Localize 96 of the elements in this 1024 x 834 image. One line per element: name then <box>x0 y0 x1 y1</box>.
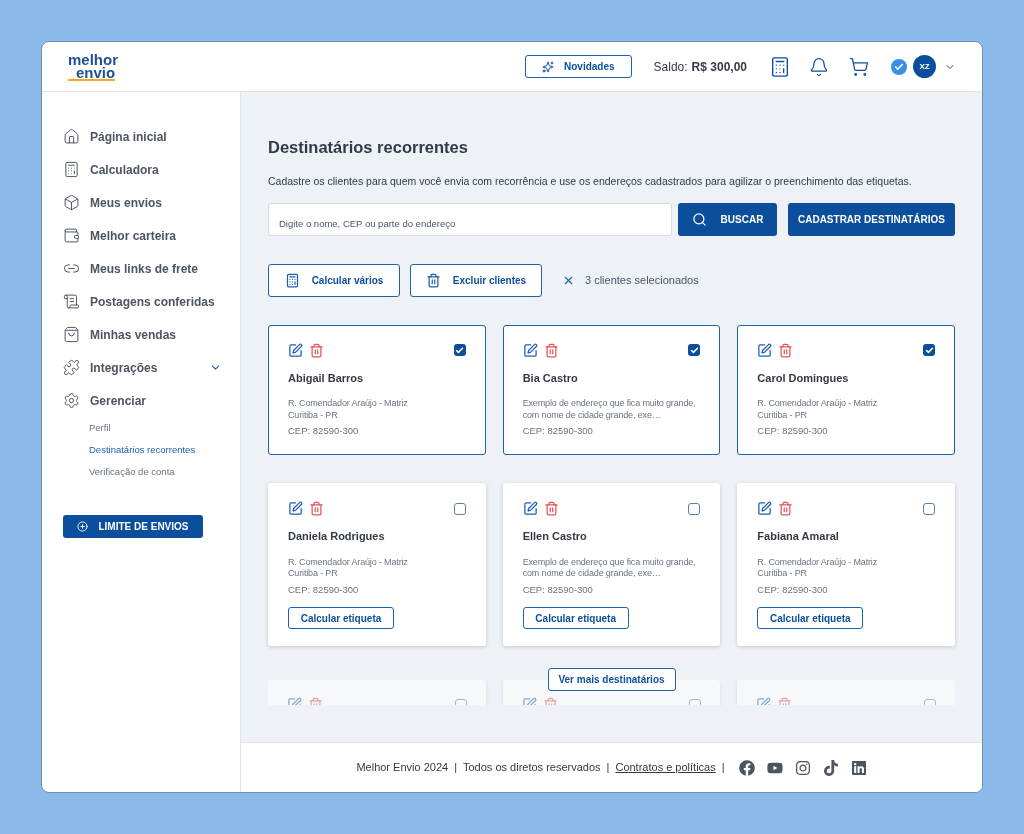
cep-text: CEP: 82590-300 <box>522 582 594 597</box>
avatar[interactable]: XZ <box>913 55 936 78</box>
recipient-name: Daniela Rodrigues <box>288 529 386 545</box>
checkbox[interactable] <box>688 344 701 356</box>
instagram-icon[interactable] <box>794 759 811 776</box>
search-field[interactable]: Digite o nome, CEP ou parte do endereço <box>268 202 672 236</box>
city-text: Curitiba - PR <box>757 409 808 421</box>
checkbox[interactable] <box>923 344 935 356</box>
linkedin-icon[interactable] <box>850 759 867 776</box>
calculator-icon <box>284 272 300 288</box>
facebook-icon[interactable] <box>738 759 755 776</box>
trash-icon[interactable] <box>778 501 794 517</box>
balance-value: R$ 300,00 <box>691 58 747 76</box>
search-icon <box>691 211 707 227</box>
sidebar-item[interactable]: Melhor carteira <box>63 219 222 252</box>
limit-button[interactable]: LIMITE DE ENVIOS <box>63 515 203 538</box>
recipient-name: Abigail Barros <box>288 370 365 386</box>
city-text: Curitiba - PR <box>288 568 339 580</box>
calculate-label-button[interactable]: Calcular etiqueta <box>757 607 864 629</box>
recipient-name: Carol Domingues <box>757 370 850 386</box>
edit-icon[interactable] <box>757 501 773 517</box>
tiktok-icon[interactable] <box>822 759 839 776</box>
cep-text: CEP: 82590-300 <box>288 424 360 438</box>
separator: | <box>721 760 725 776</box>
search-button[interactable]: BUSCAR <box>678 202 777 236</box>
register-button[interactable]: CADASTRAR DESTINATÁRIOS <box>788 202 955 236</box>
sparkles-icon <box>542 60 554 73</box>
address-text: R. Comendador Araújo - Matriz <box>757 556 879 569</box>
edit-icon[interactable] <box>522 501 538 517</box>
shopping-bag-icon <box>63 326 80 343</box>
policies-link[interactable]: Contratos e políticas <box>615 759 716 776</box>
wallet-icon <box>63 227 80 244</box>
trash-icon[interactable] <box>778 342 794 358</box>
checkbox[interactable] <box>688 502 701 515</box>
address-text: R. Comendador Araújo - Matriz <box>288 556 409 569</box>
page-description: Cadastre os clientes para quem você envia com recorrência e use os endereços cadastrados para agilizar o preenchimento das etiquetas. <box>268 173 913 189</box>
puzzle-icon <box>63 359 80 376</box>
edit-icon[interactable] <box>522 342 538 358</box>
sidebar-item[interactable]: Postagens conferidas <box>63 285 222 318</box>
trash-icon[interactable] <box>543 501 559 517</box>
page-title: Destinatários recorrentes <box>268 137 469 158</box>
checkbox[interactable] <box>453 502 466 515</box>
checkbox[interactable] <box>923 502 935 515</box>
separator: | <box>606 760 610 776</box>
logo[interactable]: melhor envio <box>68 52 118 81</box>
sidebar-item[interactable]: Minhas vendas <box>63 318 222 351</box>
copyright-text: Melhor Envio 2024 <box>356 760 449 776</box>
see-more-button[interactable]: Ver mais destinatários <box>547 668 676 691</box>
address-text: Exemplo de endereço que fica muito grande, com nome de cidade grande, exe… <box>522 398 697 421</box>
calculator-icon <box>63 161 80 178</box>
sidebar-item[interactable]: Meus envios <box>63 186 222 219</box>
box-icon <box>63 194 80 211</box>
calculate-many-button[interactable]: Calcular vários <box>268 263 400 297</box>
cep-text: CEP: 82590-300 <box>522 424 594 438</box>
sidebar-item[interactable]: Página inicial <box>63 120 222 153</box>
calculator-icon[interactable] <box>769 55 791 78</box>
balance-label: Saldo: <box>653 58 688 76</box>
recipient-name: Ellen Castro <box>522 529 588 545</box>
address-text: R. Comendador Araújo - Matriz <box>288 398 409 410</box>
cep-text: CEP: 82590-300 <box>288 582 360 597</box>
cep-text: CEP: 82590-300 <box>757 424 829 438</box>
sidebar-item[interactable]: Calculadora <box>63 153 222 186</box>
edit-icon[interactable] <box>288 501 303 517</box>
city-text: Curitiba - PR <box>288 409 339 421</box>
trash-icon[interactable] <box>543 342 559 358</box>
recipient-name: Fabiana Amaral <box>757 529 840 545</box>
sidebar-subitem[interactable]: Perfil <box>89 417 222 439</box>
receipt-icon <box>63 293 80 310</box>
sidebar-item[interactable]: Meus links de frete <box>63 252 222 285</box>
calculate-label-button[interactable]: Calcular etiqueta <box>522 607 629 629</box>
address-text: R. Comendador Araújo - Matriz <box>757 398 879 410</box>
city-text: Curitiba - PR <box>757 568 808 580</box>
edit-icon[interactable] <box>288 342 303 358</box>
rights-text: Todos os diretos reservados <box>463 760 601 776</box>
trash-icon[interactable] <box>309 342 324 358</box>
selection-count: 3 clientes selecionados <box>585 272 699 288</box>
plus-circle-icon <box>77 521 89 532</box>
cart-icon[interactable] <box>849 56 869 77</box>
trash-icon[interactable] <box>309 501 324 517</box>
delete-clients-button[interactable]: Excluir clientes <box>410 263 542 297</box>
separator: | <box>454 760 457 776</box>
sidebar-subitem[interactable]: Destinatários recorrentes <box>89 439 222 461</box>
trash-icon <box>425 272 441 288</box>
calculate-label-button[interactable]: Calcular etiqueta <box>288 607 394 629</box>
checkbox[interactable] <box>453 344 466 356</box>
sidebar-subitem[interactable]: Verificação de conta <box>89 461 222 483</box>
settings-icon <box>63 392 80 409</box>
sidebar-item[interactable]: Integrações <box>63 351 222 384</box>
notifications-icon[interactable] <box>809 56 829 77</box>
news-button[interactable]: Novidades <box>525 55 632 78</box>
sidebar-item[interactable]: Gerenciar <box>63 384 222 417</box>
recipient-name: Bia Castro <box>522 370 579 386</box>
edit-icon[interactable] <box>757 342 773 358</box>
home-icon <box>63 128 80 145</box>
address-text: Exemplo de endereço que fica muito grande, com nome de cidade grande, exe… <box>522 556 697 580</box>
cep-text: CEP: 82590-300 <box>757 582 829 597</box>
